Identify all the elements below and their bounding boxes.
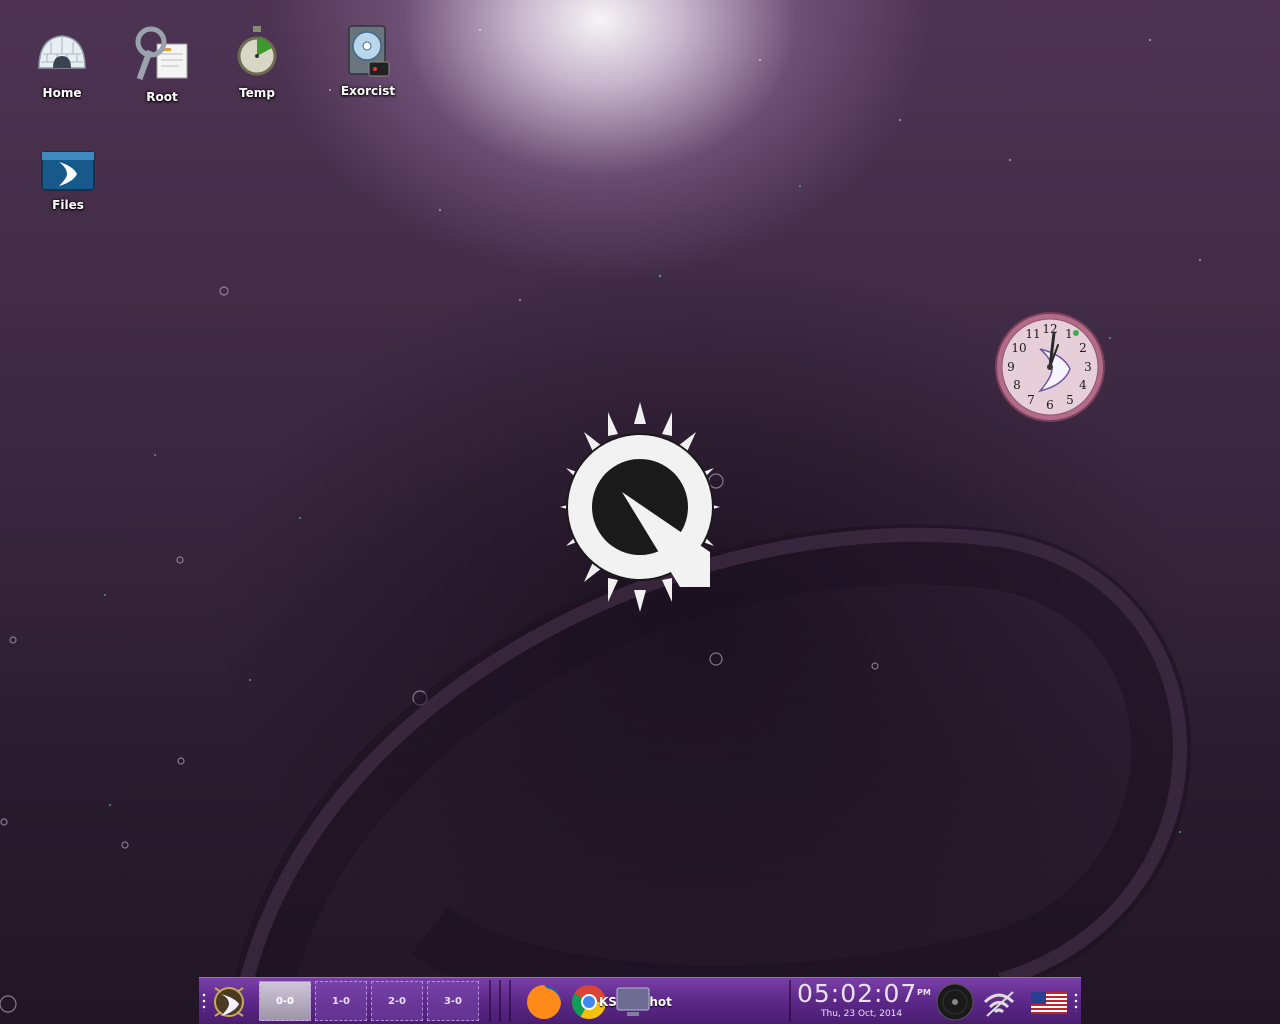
monitor-icon[interactable] [613, 982, 653, 1022]
pager-label: 2-0 [387, 996, 407, 1007]
enlightenment-menu-icon[interactable] [209, 982, 249, 1022]
desktop-icon-exorcist[interactable]: Exorcist [323, 22, 413, 98]
pager-label: 3-0 [443, 996, 463, 1007]
digital-clock-ampm: PM [917, 988, 931, 997]
stopwatch-temp-icon [237, 26, 277, 76]
hard-drive-exorcist-icon [348, 25, 390, 77]
taskbar-separator [499, 980, 501, 1022]
pager-desktop-2-0[interactable]: 2-0 [371, 981, 423, 1021]
pager-label: 0-0 [275, 996, 295, 1007]
clock-numeral: 3 [1084, 360, 1092, 374]
clock-numeral: 6 [1046, 398, 1054, 412]
clock-numeral: 11 [1025, 327, 1040, 341]
desktop-icon-root[interactable]: Root [117, 24, 207, 104]
clock-numeral: 1 [1065, 327, 1073, 341]
taskbar: 0-0 1-0 2-0 3-0 KSnapshot 05:02:07 PM Th… [199, 977, 1081, 1024]
shelf-grip-left[interactable] [202, 992, 206, 1012]
files-folder-icon [41, 151, 95, 191]
clock-numeral: 8 [1013, 378, 1021, 392]
enlightenment-logo [560, 402, 720, 612]
pager-desktop-3-0[interactable]: 3-0 [427, 981, 479, 1021]
taskbar-separator [509, 980, 511, 1022]
desktop-icon-label: Home [42, 86, 82, 100]
clock-numeral: 4 [1079, 378, 1087, 392]
igloo-home-icon [38, 35, 86, 69]
pager-label: 1-0 [331, 996, 351, 1007]
taskbar-separator [789, 980, 791, 1022]
wifi-icon[interactable] [979, 982, 1019, 1022]
shelf-grip-right[interactable] [1074, 992, 1078, 1012]
desktop-icon-label: Files [52, 198, 84, 212]
digital-clock-date: Thu, 23 Oct, 2014 [821, 1009, 903, 1019]
desktop-icon-files[interactable]: Files [23, 148, 113, 212]
digital-clock-time[interactable]: 05:02:07 [797, 979, 917, 1008]
desktop-icon-home[interactable]: Home [17, 24, 107, 100]
desktop-icon-label: Root [146, 90, 178, 104]
desktop-icon-label: Temp [239, 86, 275, 100]
analog-clock-widget[interactable]: 12 1 2 3 4 5 6 7 8 9 10 11 [994, 311, 1106, 423]
desktop-icon-label: Exorcist [340, 84, 396, 98]
pager-desktop-0-0[interactable]: 0-0 [259, 981, 311, 1021]
root-tools-icon [135, 26, 188, 81]
pager-desktop-1-0[interactable]: 1-0 [315, 981, 367, 1021]
clock-numeral: 7 [1027, 393, 1035, 407]
media-disc-icon[interactable] [935, 982, 975, 1022]
clock-numeral: 2 [1079, 341, 1087, 355]
us-flag-icon[interactable] [1029, 982, 1069, 1022]
clock-numeral: 10 [1011, 341, 1026, 355]
clock-numeral: 9 [1007, 360, 1015, 374]
firefox-icon[interactable] [524, 982, 564, 1022]
clock-numeral: 5 [1066, 393, 1074, 407]
taskbar-separator [489, 980, 491, 1022]
desktop-icon-temp[interactable]: Temp [212, 24, 302, 100]
